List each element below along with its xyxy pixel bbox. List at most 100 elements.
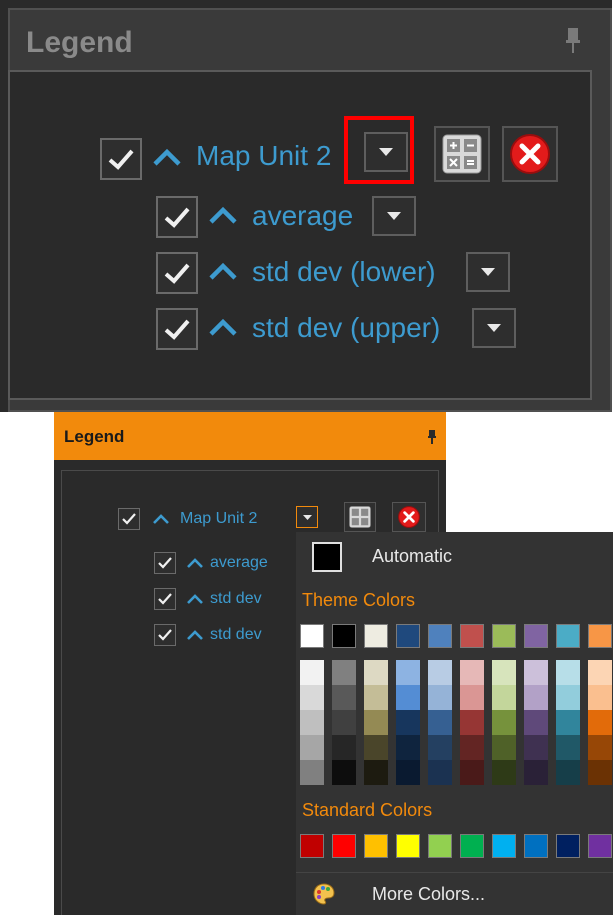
color-swatch[interactable]	[428, 685, 452, 710]
color-swatch[interactable]	[300, 660, 324, 685]
color-swatch[interactable]	[556, 735, 580, 760]
color-swatch[interactable]	[396, 710, 420, 735]
color-swatch[interactable]	[556, 685, 580, 710]
color-swatch[interactable]	[588, 685, 612, 710]
color-swatch[interactable]	[492, 624, 516, 648]
color-swatch[interactable]	[492, 685, 516, 710]
color-swatch[interactable]	[396, 834, 420, 858]
color-swatch[interactable]	[556, 834, 580, 858]
color-swatch[interactable]	[588, 735, 612, 760]
color-swatch[interactable]	[460, 834, 484, 858]
color-swatch[interactable]	[332, 834, 356, 858]
color-swatch[interactable]	[492, 660, 516, 685]
color-swatch[interactable]	[588, 660, 612, 685]
std-dev-upper-checkbox[interactable]	[156, 308, 198, 350]
color-dropdown-button[interactable]	[466, 252, 510, 292]
color-swatch[interactable]	[460, 624, 484, 648]
color-swatch[interactable]	[588, 624, 612, 648]
color-swatch[interactable]	[396, 760, 420, 785]
color-swatch[interactable]	[524, 760, 548, 785]
std-dev-upper-checkbox[interactable]	[154, 624, 176, 646]
collapse-chevron-icon[interactable]	[184, 590, 206, 608]
color-swatch[interactable]	[300, 760, 324, 785]
color-swatch[interactable]	[364, 660, 388, 685]
color-swatch[interactable]	[556, 660, 580, 685]
more-colors-option[interactable]: More Colors...	[372, 884, 485, 905]
collapse-chevron-icon[interactable]	[184, 626, 206, 644]
color-swatch[interactable]	[428, 710, 452, 735]
color-swatch[interactable]	[460, 660, 484, 685]
map-unit-checkbox[interactable]	[118, 508, 140, 530]
color-swatch[interactable]	[396, 735, 420, 760]
color-swatch[interactable]	[492, 834, 516, 858]
color-swatch[interactable]	[364, 685, 388, 710]
collapse-chevron-icon[interactable]	[206, 200, 240, 230]
color-swatch[interactable]	[460, 710, 484, 735]
std-dev-lower-checkbox[interactable]	[154, 588, 176, 610]
color-swatch[interactable]	[556, 624, 580, 648]
color-swatch[interactable]	[332, 710, 356, 735]
average-checkbox[interactable]	[156, 196, 198, 238]
color-swatch[interactable]	[332, 624, 356, 648]
color-swatch[interactable]	[428, 624, 452, 648]
automatic-option[interactable]: Automatic	[372, 546, 452, 567]
color-swatch[interactable]	[492, 710, 516, 735]
color-swatch[interactable]	[364, 760, 388, 785]
color-swatch[interactable]	[300, 624, 324, 648]
color-dropdown-button[interactable]	[296, 506, 318, 528]
color-swatch[interactable]	[332, 735, 356, 760]
color-swatch[interactable]	[460, 760, 484, 785]
collapse-chevron-icon[interactable]	[206, 256, 240, 286]
color-swatch[interactable]	[524, 834, 548, 858]
color-swatch[interactable]	[588, 710, 612, 735]
color-swatch[interactable]	[428, 735, 452, 760]
color-swatch[interactable]	[524, 735, 548, 760]
color-swatch[interactable]	[492, 735, 516, 760]
color-swatch[interactable]	[524, 624, 548, 648]
calculator-button[interactable]	[434, 126, 490, 182]
color-swatch[interactable]	[396, 624, 420, 648]
color-swatch[interactable]	[300, 685, 324, 710]
automatic-swatch[interactable]	[312, 542, 342, 572]
color-swatch[interactable]	[364, 834, 388, 858]
color-dropdown-button[interactable]	[372, 196, 416, 236]
color-swatch[interactable]	[588, 834, 612, 858]
map-unit-checkbox[interactable]	[100, 138, 142, 180]
color-swatch[interactable]	[300, 735, 324, 760]
color-swatch[interactable]	[332, 760, 356, 785]
color-swatch[interactable]	[460, 685, 484, 710]
color-swatch[interactable]	[396, 685, 420, 710]
color-dropdown-button[interactable]	[472, 308, 516, 348]
collapse-chevron-icon[interactable]	[206, 312, 240, 342]
color-swatch[interactable]	[364, 710, 388, 735]
pin-icon[interactable]	[428, 430, 436, 444]
color-swatch[interactable]	[300, 834, 324, 858]
remove-button[interactable]	[502, 126, 558, 182]
color-swatch[interactable]	[300, 710, 324, 735]
pin-icon[interactable]	[566, 28, 580, 54]
color-swatch[interactable]	[332, 685, 356, 710]
color-swatch[interactable]	[524, 710, 548, 735]
collapse-chevron-icon[interactable]	[150, 142, 184, 172]
std-dev-lower-checkbox[interactable]	[156, 252, 198, 294]
color-swatch[interactable]	[556, 760, 580, 785]
color-swatch[interactable]	[428, 660, 452, 685]
remove-button[interactable]	[392, 502, 426, 532]
calculator-icon	[442, 134, 482, 174]
color-swatch[interactable]	[364, 624, 388, 648]
color-swatch[interactable]	[588, 760, 612, 785]
color-swatch[interactable]	[524, 660, 548, 685]
color-swatch[interactable]	[460, 735, 484, 760]
calculator-button[interactable]	[344, 502, 376, 532]
color-swatch[interactable]	[428, 760, 452, 785]
color-swatch[interactable]	[524, 685, 548, 710]
color-swatch[interactable]	[364, 735, 388, 760]
color-swatch[interactable]	[556, 710, 580, 735]
collapse-chevron-icon[interactable]	[184, 554, 206, 572]
color-swatch[interactable]	[492, 760, 516, 785]
color-swatch[interactable]	[396, 660, 420, 685]
average-checkbox[interactable]	[154, 552, 176, 574]
color-swatch[interactable]	[332, 660, 356, 685]
collapse-chevron-icon[interactable]	[150, 510, 172, 528]
color-swatch[interactable]	[428, 834, 452, 858]
